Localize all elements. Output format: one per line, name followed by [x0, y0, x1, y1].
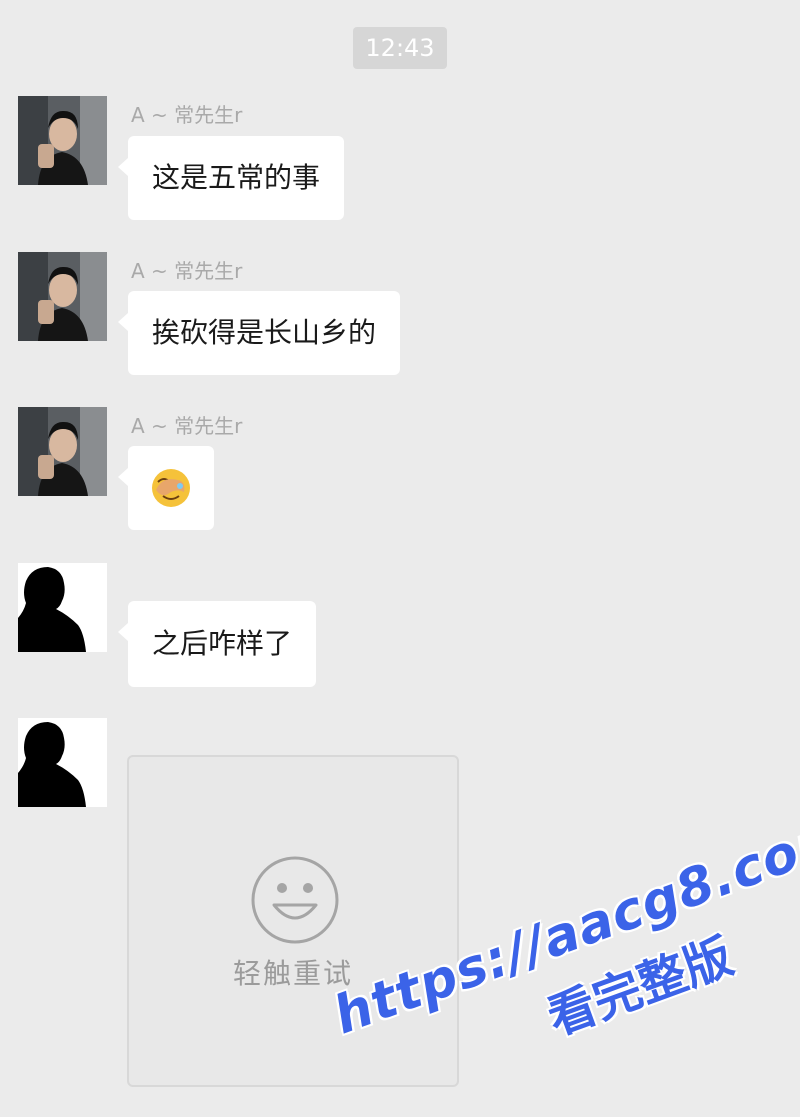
message-text: 挨砍得是长山乡的 [152, 316, 377, 349]
silhouette-profile [18, 718, 107, 807]
avatar[interactable] [18, 96, 107, 185]
avatar[interactable] [18, 718, 107, 807]
man-in-car-photo [18, 407, 107, 496]
message-text: 之后咋样了 [152, 627, 293, 660]
message-bubble[interactable]: 这是五常的事 [117, 136, 345, 220]
message-bubble[interactable]: 之后咋样了 [117, 601, 317, 687]
man-in-car-photo [18, 252, 107, 341]
message-timestamp: 12:43 [353, 27, 447, 69]
sender-name: A ~ 常先生r [131, 103, 243, 127]
message-bubble[interactable] [118, 446, 214, 530]
avatar[interactable] [18, 252, 107, 341]
sender-name: A ~ 常先生r [131, 259, 243, 283]
watermark-subtitle: 看完整版 [540, 928, 741, 1047]
message-text: 这是五常的事 [152, 161, 321, 194]
silhouette-profile [18, 563, 107, 652]
sender-name: A ~ 常先生r [131, 414, 243, 438]
avatar[interactable] [18, 407, 107, 496]
facepalm-emoji-icon [152, 469, 190, 507]
smiley-face-icon [251, 856, 339, 944]
tap-to-retry-label[interactable]: 轻触重试 [129, 952, 457, 992]
failed-image-message[interactable]: 轻触重试 [127, 755, 459, 1087]
avatar[interactable] [18, 563, 107, 652]
message-bubble[interactable]: 挨砍得是长山乡的 [117, 291, 401, 375]
man-in-car-photo [18, 96, 107, 185]
